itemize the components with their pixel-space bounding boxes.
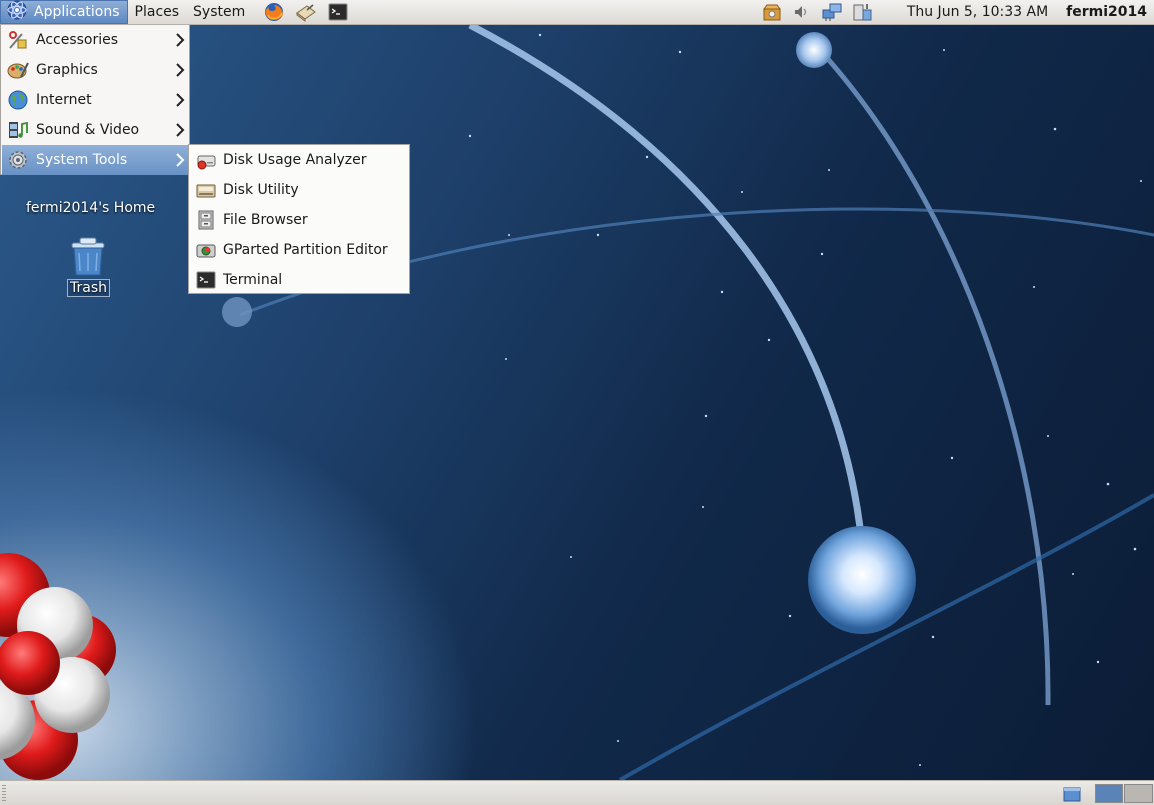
disk-usage-analyzer-icon [195,149,217,171]
update-notifier-icon[interactable] [761,1,783,23]
chevron-right-icon [176,33,185,47]
chevron-right-icon [176,123,185,137]
terminal-launcher-icon[interactable] [326,0,350,24]
chevron-right-icon [176,153,185,167]
submenu-item-label: Disk Utility [223,182,299,198]
graphics-icon [7,59,29,81]
submenu-item-file-browser[interactable]: File Browser [190,205,408,235]
bottom-panel [0,780,1154,805]
panel-drag-handle[interactable] [2,785,6,801]
applications-menu: Accessories Graphics Internet Sound & Vi… [0,25,190,175]
menu-item-accessories[interactable]: Accessories [2,25,189,55]
clock[interactable]: Thu Jun 5, 10:33 AM [907,4,1048,20]
gnome-foot-icon [5,0,29,25]
submenu-item-label: Terminal [223,272,283,288]
system-tools-submenu: Disk Usage Analyzer Disk Utility File Br… [188,144,410,294]
show-desktop-icon[interactable] [1060,783,1084,805]
gparted-icon [195,239,217,261]
menu-item-label: Sound & Video [36,122,140,138]
sound-video-icon [7,119,29,141]
chevron-right-icon [176,93,185,107]
workspace-2[interactable] [1124,784,1153,803]
chevron-right-icon [176,63,185,77]
removable-drive-icon[interactable] [851,1,873,23]
applications-menu-button[interactable]: Applications [0,0,128,24]
submenu-item-label: File Browser [223,212,308,228]
menu-item-internet[interactable]: Internet [2,85,189,115]
submenu-item-terminal[interactable]: Terminal [190,265,408,295]
workspace-1[interactable] [1095,784,1123,803]
submenu-item-disk-utility[interactable]: Disk Utility [190,175,408,205]
system-menu-button[interactable]: System [186,0,252,24]
menu-item-sound-video[interactable]: Sound & Video [2,115,189,145]
accessories-icon [7,29,29,51]
trash-icon[interactable] [66,233,110,277]
submenu-item-gparted[interactable]: GParted Partition Editor [190,235,408,265]
network-icon[interactable] [821,1,843,23]
home-folder-label[interactable]: fermi2014's Home [26,200,155,216]
menu-item-system-tools[interactable]: System Tools [2,145,189,175]
trash-label[interactable]: Trash [67,279,110,297]
terminal-icon [195,269,217,291]
user-menu[interactable]: fermi2014 [1066,4,1147,20]
menu-item-label: System Tools [36,152,128,168]
mail-editor-icon[interactable] [294,0,318,24]
submenu-item-disk-usage-analyzer[interactable]: Disk Usage Analyzer [190,145,408,175]
internet-icon [7,89,29,111]
menu-item-label: Internet [36,92,92,108]
firefox-icon[interactable] [262,0,286,24]
menu-item-label: Graphics [36,62,98,78]
submenu-item-label: Disk Usage Analyzer [223,152,367,168]
file-cabinet-icon [195,209,217,231]
places-menu-button[interactable]: Places [128,0,187,24]
top-panel: Applications Places System Thu Jun 5, 10… [0,0,1154,25]
submenu-item-label: GParted Partition Editor [223,242,388,258]
applications-menu-label: Applications [34,4,120,20]
volume-icon[interactable] [791,1,813,23]
system-tools-icon [7,149,29,171]
menu-item-graphics[interactable]: Graphics [2,55,189,85]
disk-utility-icon [195,179,217,201]
menu-item-label: Accessories [36,32,119,48]
